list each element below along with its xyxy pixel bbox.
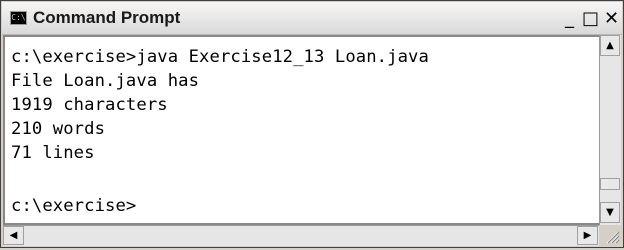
close-button[interactable]: ✕ — [601, 8, 622, 30]
resize-grip-lines — [606, 231, 620, 244]
maximize-button[interactable]: □ — [580, 8, 601, 30]
console-app-icon[interactable]: C:\ — [10, 11, 27, 25]
console-line: 71 lines — [11, 143, 95, 163]
window-title: Command Prompt — [33, 8, 181, 27]
scroll-left-arrow-icon[interactable]: ◀ — [3, 226, 24, 245]
horizontal-scrollbar[interactable]: ◀ ▶ — [3, 225, 599, 246]
resize-grip-icon[interactable] — [600, 226, 620, 245]
console-output[interactable]: c:\exercise>java Exercise12_13 Loan.java… — [3, 35, 599, 225]
console-line: c:\exercise>java Exercise12_13 Loan.java — [11, 47, 429, 67]
window-controls: _ □ ✕ — [559, 8, 622, 30]
console-line: 210 words — [11, 119, 106, 139]
console-prompt-line: c:\exercise> — [11, 196, 137, 216]
console-line: File Loan.java has — [11, 71, 200, 91]
scroll-right-arrow-icon[interactable]: ▶ — [577, 226, 598, 245]
vertical-scrollbar[interactable]: ▲ ▼ — [599, 35, 621, 225]
console-line: 1919 characters — [11, 95, 168, 115]
minimize-button[interactable]: _ — [559, 8, 580, 30]
title-bar[interactable]: C:\ Command Prompt _ □ ✕ — [2, 2, 622, 35]
vertical-scroll-thumb[interactable] — [600, 178, 620, 190]
scroll-down-arrow-icon[interactable]: ▼ — [600, 202, 620, 223]
scroll-up-arrow-icon[interactable]: ▲ — [600, 35, 620, 56]
